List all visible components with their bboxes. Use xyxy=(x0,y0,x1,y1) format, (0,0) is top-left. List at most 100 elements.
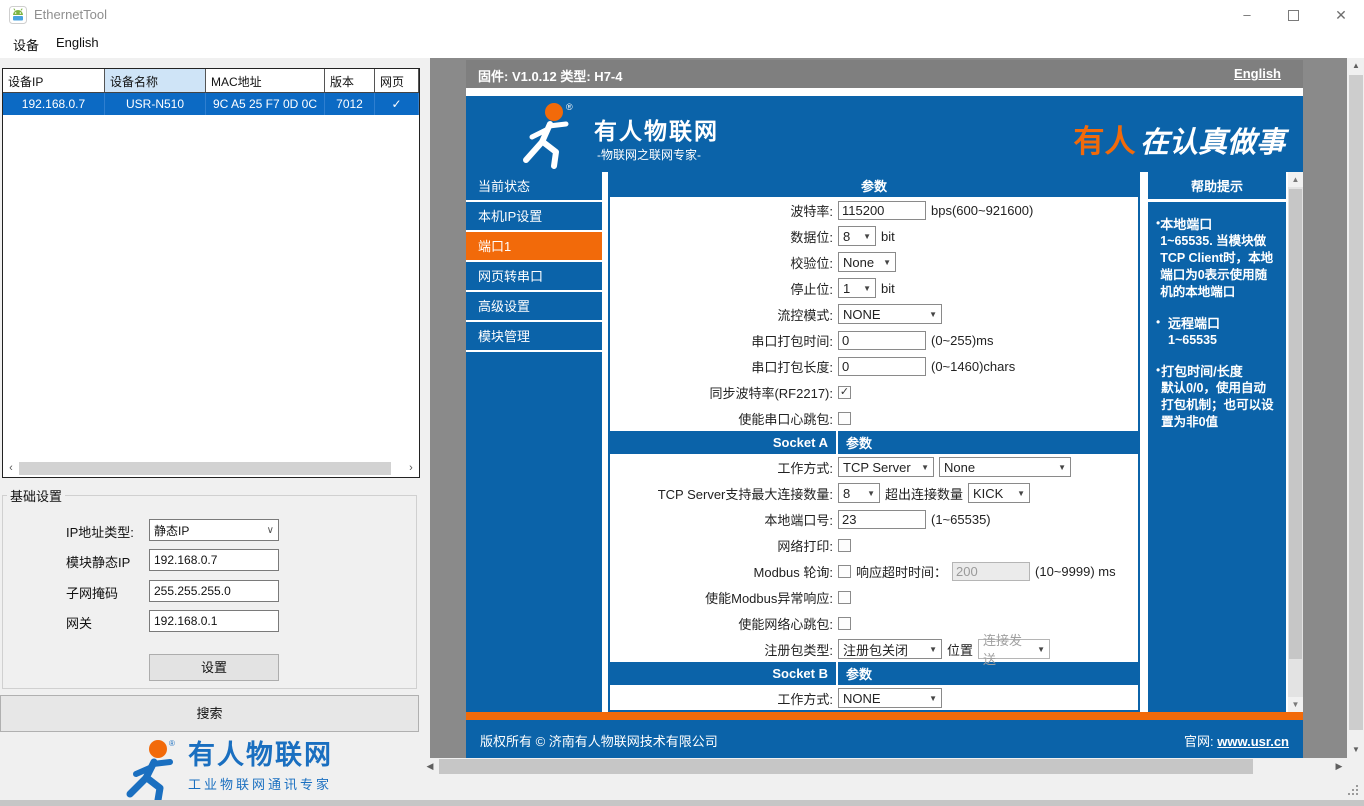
dropdown-arrow-icon: ▼ xyxy=(863,231,871,241)
column-header[interactable]: 设备IP xyxy=(3,69,105,92)
field-value: 192.168.0.7 xyxy=(154,553,218,567)
sidebar-item-当前状态[interactable]: 当前状态 xyxy=(466,172,602,202)
text-input[interactable]: 255.255.255.0 xyxy=(149,580,279,602)
select-dropdown[interactable]: TCP Server ▼ xyxy=(838,457,934,477)
device-table-hscrollbar[interactable]: ‹ › xyxy=(4,461,418,476)
field-controls: 1 ▼ bit xyxy=(838,278,895,298)
checkbox[interactable] xyxy=(838,564,851,578)
maximize-button[interactable] xyxy=(1270,0,1316,30)
scroll-thumb[interactable] xyxy=(19,462,391,475)
scroll-thumb[interactable] xyxy=(1289,189,1302,659)
ip-type-select[interactable]: 静态IP ∨ xyxy=(149,519,279,541)
checkbox[interactable] xyxy=(838,411,851,425)
sidebar-item-本机IP设置[interactable]: 本机IP设置 xyxy=(466,202,602,232)
minimize-button[interactable]: – xyxy=(1224,0,1270,30)
field-controls: None ▼ xyxy=(838,252,896,272)
select-dropdown[interactable]: 8 ▼ xyxy=(838,483,880,503)
field-controls: 8 ▼ 超出连接数量 KICK ▼ xyxy=(838,483,1031,503)
scroll-right-icon[interactable]: ▶ xyxy=(1331,758,1347,775)
select-dropdown[interactable]: 1 ▼ xyxy=(838,278,876,298)
sidebar-item-端口1[interactable]: 端口1 xyxy=(466,232,602,262)
selected-value: None xyxy=(944,459,976,475)
select-dropdown[interactable]: KICK ▼ xyxy=(968,483,1031,503)
menu-item-device[interactable]: 设备 xyxy=(13,35,39,54)
help-item-body: 默认0/0，使用自动打包机制；也可以设置为非0值 xyxy=(1161,381,1274,429)
text-input[interactable]: 192.168.0.1 xyxy=(149,610,279,632)
left-panel: 设备IP 设备名称 MAC地址 版本 网页 192.168.0.7 USR-N510 9C … xyxy=(0,58,422,806)
field-label: 使能Modbus异常响应: xyxy=(705,590,833,606)
scroll-left-icon[interactable]: ◀ xyxy=(422,758,438,775)
page-header: ® 有人物联网 -物联网之联网专家- 有人 在认真做事 xyxy=(466,96,1303,172)
sidebar-item-网页转串口[interactable]: 网页转串口 xyxy=(466,262,602,292)
help-text: 本地端口 1~65535. 当模块做TCP Client时，本地端口为0表示使用随… xyxy=(1160,216,1278,301)
selected-value: 注册包关闭 xyxy=(843,642,909,658)
field-hint: (0~255)ms xyxy=(931,332,994,348)
scroll-up-icon[interactable]: ▲ xyxy=(1288,172,1303,187)
scroll-thumb[interactable] xyxy=(1349,75,1363,730)
dropdown-arrow-icon: ▼ xyxy=(1037,644,1046,654)
form-row: 停止位: 1 ▼ bit xyxy=(610,275,1138,301)
text-input[interactable] xyxy=(838,356,926,376)
webpage-check-icon[interactable]: ✓ xyxy=(375,93,419,115)
field-label: 工作方式: xyxy=(777,691,833,707)
select-dropdown[interactable]: NONE ▼ xyxy=(838,304,942,324)
close-button[interactable]: ✕ xyxy=(1318,0,1364,30)
brand-slogan: 有人 在认真做事 xyxy=(1074,116,1285,161)
column-header[interactable]: MAC地址 xyxy=(206,69,325,92)
text-input[interactable] xyxy=(838,330,926,350)
english-link[interactable]: English xyxy=(1234,66,1281,81)
select-dropdown[interactable]: NONE ▼ xyxy=(838,688,942,708)
site-link[interactable]: www.usr.cn xyxy=(1217,734,1289,749)
scroll-right-icon[interactable]: › xyxy=(404,461,418,476)
app-window: EthernetTool – ✕ 设备 English 设备IP 设备名称 MAC地… xyxy=(0,0,1364,806)
selected-value: NONE xyxy=(843,690,881,706)
text-input[interactable]: 192.168.0.7 xyxy=(149,549,279,571)
maximize-icon xyxy=(1287,10,1299,22)
text-input[interactable] xyxy=(838,200,926,220)
resize-grip[interactable] xyxy=(1348,785,1360,797)
scroll-thumb[interactable] xyxy=(439,759,1253,774)
column-header[interactable]: 网页 xyxy=(375,69,419,92)
section-title: 参数 xyxy=(846,667,873,682)
selected-value: 8 xyxy=(843,485,851,501)
checkbox[interactable] xyxy=(838,590,851,604)
dropdown-arrow-icon: ▼ xyxy=(863,283,871,293)
help-item: • 本地端口 1~65535. 当模块做TCP Client时，本地端口为0表示使用… xyxy=(1156,216,1278,301)
dropdown-arrow-icon: ▼ xyxy=(867,488,875,498)
field-label: 本地端口号: xyxy=(764,512,833,528)
set-button[interactable]: 设置 xyxy=(149,654,279,681)
select-dropdown[interactable]: None ▼ xyxy=(838,252,896,272)
scroll-down-icon[interactable]: ▼ xyxy=(1348,742,1364,758)
search-button[interactable]: 搜索 xyxy=(0,695,419,732)
checkbox[interactable]: ✓ xyxy=(838,385,851,399)
field-controls xyxy=(838,411,851,425)
dropdown-arrow-icon: ▼ xyxy=(929,309,937,319)
page-vscrollbar[interactable]: ▲ ▼ xyxy=(1288,172,1303,712)
column-header[interactable]: 设备名称 xyxy=(105,69,206,92)
help-title: 帮助提示 xyxy=(1148,172,1286,202)
browser-vscrollbar[interactable]: ▲ ▼ xyxy=(1348,58,1364,758)
form-row: 校验位: None ▼ xyxy=(610,249,1138,275)
menu-item-english[interactable]: English xyxy=(56,35,99,50)
scroll-left-icon[interactable]: ‹ xyxy=(4,461,18,476)
sidebar-item-模块管理[interactable]: 模块管理 xyxy=(466,322,602,352)
selected-value: 8 xyxy=(843,228,851,244)
sidebar-item-高级设置[interactable]: 高级设置 xyxy=(466,292,602,322)
table-row[interactable]: 192.168.0.7 USR-N510 9C A5 25 F7 0D 0C 7012… xyxy=(3,93,419,115)
usr-runner-icon-white: ® xyxy=(523,102,573,169)
page-body: 当前状态本机IP设置端口1网页转串口高级设置模块管理 参数波特率:bps(600… xyxy=(466,172,1303,712)
checkbox[interactable] xyxy=(838,538,851,552)
usr-logo-brand: 有人物联网 xyxy=(188,740,333,770)
column-header[interactable]: 版本 xyxy=(325,69,375,92)
browser-hscrollbar[interactable]: ◀ ▶ xyxy=(422,758,1347,775)
firmware-info: 固件: V1.0.12 类型: H7-4 xyxy=(478,69,623,84)
scroll-up-icon[interactable]: ▲ xyxy=(1348,58,1364,74)
select-dropdown[interactable]: 8 ▼ xyxy=(838,226,876,246)
checkbox[interactable] xyxy=(838,616,851,630)
text-input[interactable] xyxy=(838,509,926,529)
svg-text:®: ® xyxy=(169,739,175,748)
scroll-down-icon[interactable]: ▼ xyxy=(1288,697,1303,712)
select-dropdown[interactable]: 注册包关闭 ▼ xyxy=(838,639,942,659)
select-dropdown[interactable]: None ▼ xyxy=(939,457,1071,477)
copyright-text: 版权所有 © 济南有人物联网技术有限公司 xyxy=(480,734,718,749)
